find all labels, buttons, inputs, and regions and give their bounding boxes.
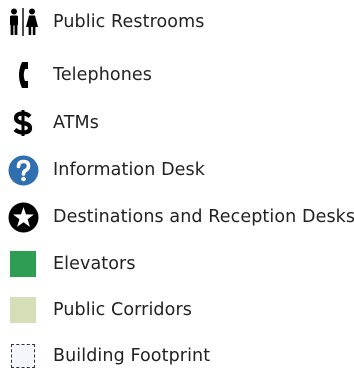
elevator-swatch — [7, 246, 39, 282]
legend-label: Information Desk — [53, 160, 205, 180]
telephone-icon — [7, 57, 39, 93]
legend-item-building-footprint: Building Footprint — [0, 338, 354, 374]
legend-label: Telephones — [53, 65, 152, 85]
legend-label: ATMs — [53, 113, 99, 133]
footprint-swatch — [7, 338, 39, 374]
legend-label: Building Footprint — [53, 346, 211, 366]
corridor-swatch — [7, 292, 39, 328]
legend-item-destinations: Destinations and Reception Desks — [0, 199, 354, 235]
legend-label: Destinations and Reception Desks — [53, 207, 354, 227]
information-icon — [7, 152, 39, 188]
legend-item-information-desk: Information Desk — [0, 152, 354, 188]
map-legend: Public Restrooms Telephones ATMs Informa… — [0, 0, 354, 370]
legend-item-public-corridors: Public Corridors — [0, 292, 354, 328]
legend-label: Public Restrooms — [53, 12, 205, 32]
legend-item-telephones: Telephones — [0, 57, 354, 93]
legend-label: Public Corridors — [53, 300, 192, 320]
legend-label: Elevators — [53, 254, 136, 274]
restroom-icon — [7, 4, 39, 40]
legend-item-elevators: Elevators — [0, 246, 354, 282]
star-icon — [7, 199, 39, 235]
legend-item-atms: ATMs — [0, 105, 354, 141]
dollar-icon — [7, 105, 39, 141]
legend-item-public-restrooms: Public Restrooms — [0, 4, 354, 40]
